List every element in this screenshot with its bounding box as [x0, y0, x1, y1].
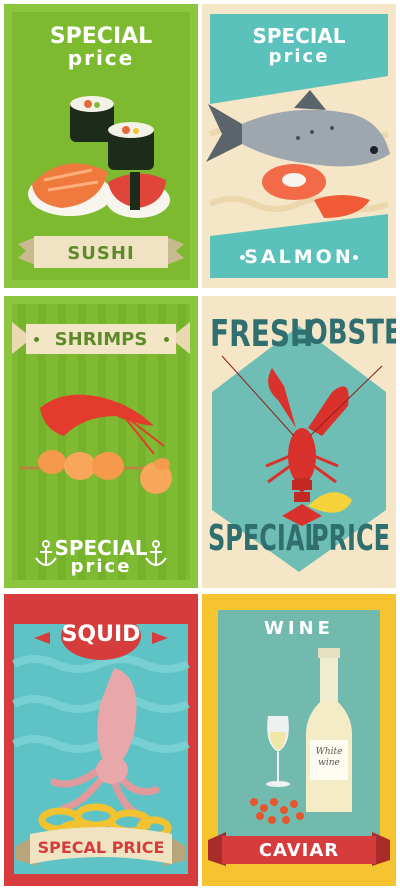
lobster-card[interactable]: FRESH LOBSTER SPECIAL PRICE	[202, 296, 396, 588]
wine-bottle-label-1: White	[315, 747, 343, 757]
sushi-card[interactable]: SPECIAL price SUSHI	[4, 4, 198, 288]
salmon-card[interactable]: SPECIAL price SALMON	[202, 4, 396, 288]
lobster-special-text: SPECIAL	[208, 517, 320, 559]
sushi-banner-label: SUSHI	[67, 243, 135, 264]
salmon-dot-right	[353, 255, 358, 260]
squid-banner-label: SPECAL PRICE	[37, 838, 165, 857]
anchor-icon-right	[145, 540, 167, 566]
wine-card[interactable]: WINE White wine CAVIAR	[202, 594, 396, 886]
shrimps-card[interactable]: SHRIMPS SPECIAL price	[4, 296, 198, 588]
squid-card[interactable]: SQUID SPECAL PRICE	[4, 594, 198, 886]
anchor-icon-left	[35, 540, 57, 566]
wine-bottle-label-2: wine	[318, 758, 340, 768]
salmon-dot-left	[240, 255, 245, 260]
anchor-icons	[35, 540, 167, 566]
salmon-banner-label: SALMON	[244, 246, 354, 268]
lobster-price-text: PRICE	[310, 517, 390, 559]
wine-banner-label: CAVIAR	[258, 840, 340, 861]
